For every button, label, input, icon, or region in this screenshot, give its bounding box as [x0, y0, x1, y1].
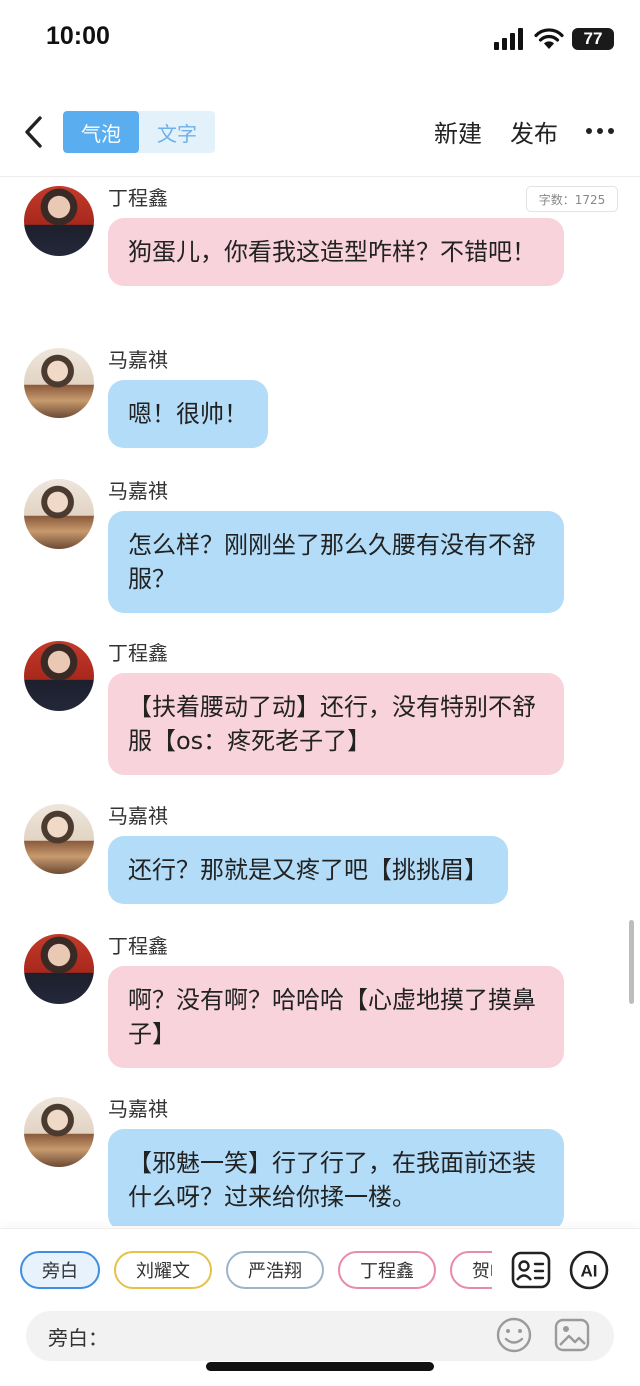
nav-divider	[0, 176, 640, 177]
sender-name: 马嘉祺	[108, 479, 168, 503]
nav-bar: 气泡 文字 新建 发布	[0, 100, 640, 164]
message-input[interactable]: 旁白：	[26, 1311, 614, 1361]
battery-indicator: 77	[572, 28, 614, 50]
more-horizontal-icon[interactable]	[586, 128, 614, 134]
status-icons: 77	[494, 26, 614, 52]
cellular-signal-icon	[494, 28, 523, 50]
message-bubble[interactable]: 怎么样？刚刚坐了那么久腰有没有不舒服？	[108, 511, 564, 613]
scrollbar[interactable]	[629, 920, 634, 1004]
chevron-left-icon[interactable]	[20, 112, 46, 152]
message-bubble[interactable]: 还行？那就是又疼了吧【挑挑眉】	[108, 836, 508, 904]
tab-bubble[interactable]: 气泡	[63, 111, 139, 153]
mode-tabs: 气泡 文字	[63, 111, 215, 153]
avatar[interactable]	[24, 479, 94, 549]
emoji-icon[interactable]	[494, 1315, 534, 1355]
sender-name: 丁程鑫	[108, 934, 168, 958]
message-bubble[interactable]: 嗯！很帅！	[108, 380, 268, 448]
sender-name: 马嘉祺	[108, 1097, 168, 1121]
message-bubble[interactable]: 啊？没有啊？哈哈哈【心虚地摸了摸鼻子】	[108, 966, 564, 1068]
message-bubble[interactable]: 【扶着腰动了动】还行，没有特别不舒服【os：疼死老子了】	[108, 673, 564, 775]
avatar[interactable]	[24, 804, 94, 874]
status-bar: 10:00 77	[0, 0, 640, 80]
svg-text:AI: AI	[581, 1262, 598, 1281]
publish-button[interactable]: 发布	[510, 114, 558, 149]
role-chip-narrator[interactable]: 旁白	[20, 1251, 100, 1289]
tab-text[interactable]: 文字	[139, 111, 215, 153]
role-chip[interactable]: 刘耀文	[114, 1251, 212, 1289]
image-icon[interactable]	[552, 1315, 592, 1355]
home-indicator	[206, 1362, 434, 1371]
role-chip[interactable]: 贺峻	[450, 1251, 492, 1289]
input-role-label: 旁白：	[48, 1326, 108, 1350]
sender-name: 丁程鑫	[108, 641, 168, 665]
sender-name: 马嘉祺	[108, 804, 168, 828]
avatar[interactable]	[24, 641, 94, 711]
avatar[interactable]	[24, 1097, 94, 1167]
message-bubble[interactable]: 狗蛋儿，你看我这造型咋样？不错吧！	[108, 218, 564, 286]
avatar[interactable]	[24, 348, 94, 418]
role-selector: 旁白 刘耀文 严浩翔 丁程鑫 贺峻	[20, 1251, 492, 1291]
role-chip[interactable]: 丁程鑫	[338, 1251, 436, 1289]
message-bubble[interactable]: 【邪魅一笑】行了行了，在我面前还装什么呀？过来给你揉一楼。	[108, 1129, 564, 1226]
wifi-icon	[534, 28, 564, 49]
avatar[interactable]	[24, 186, 94, 256]
avatar[interactable]	[24, 934, 94, 1004]
word-count-badge: 字数：1725	[526, 186, 618, 212]
ai-icon[interactable]: AI	[568, 1249, 610, 1291]
new-button[interactable]: 新建	[434, 114, 482, 149]
contact-card-icon[interactable]	[510, 1249, 552, 1291]
sender-name: 马嘉祺	[108, 348, 168, 372]
sender-name: 丁程鑫	[108, 186, 168, 210]
role-chip[interactable]: 严浩翔	[226, 1251, 324, 1289]
status-time: 10:00	[46, 22, 110, 50]
chat-list[interactable]: 丁程鑫 狗蛋儿，你看我这造型咋样？不错吧！ 马嘉祺 嗯！很帅！ 马嘉祺 怎么样？…	[0, 178, 640, 1226]
